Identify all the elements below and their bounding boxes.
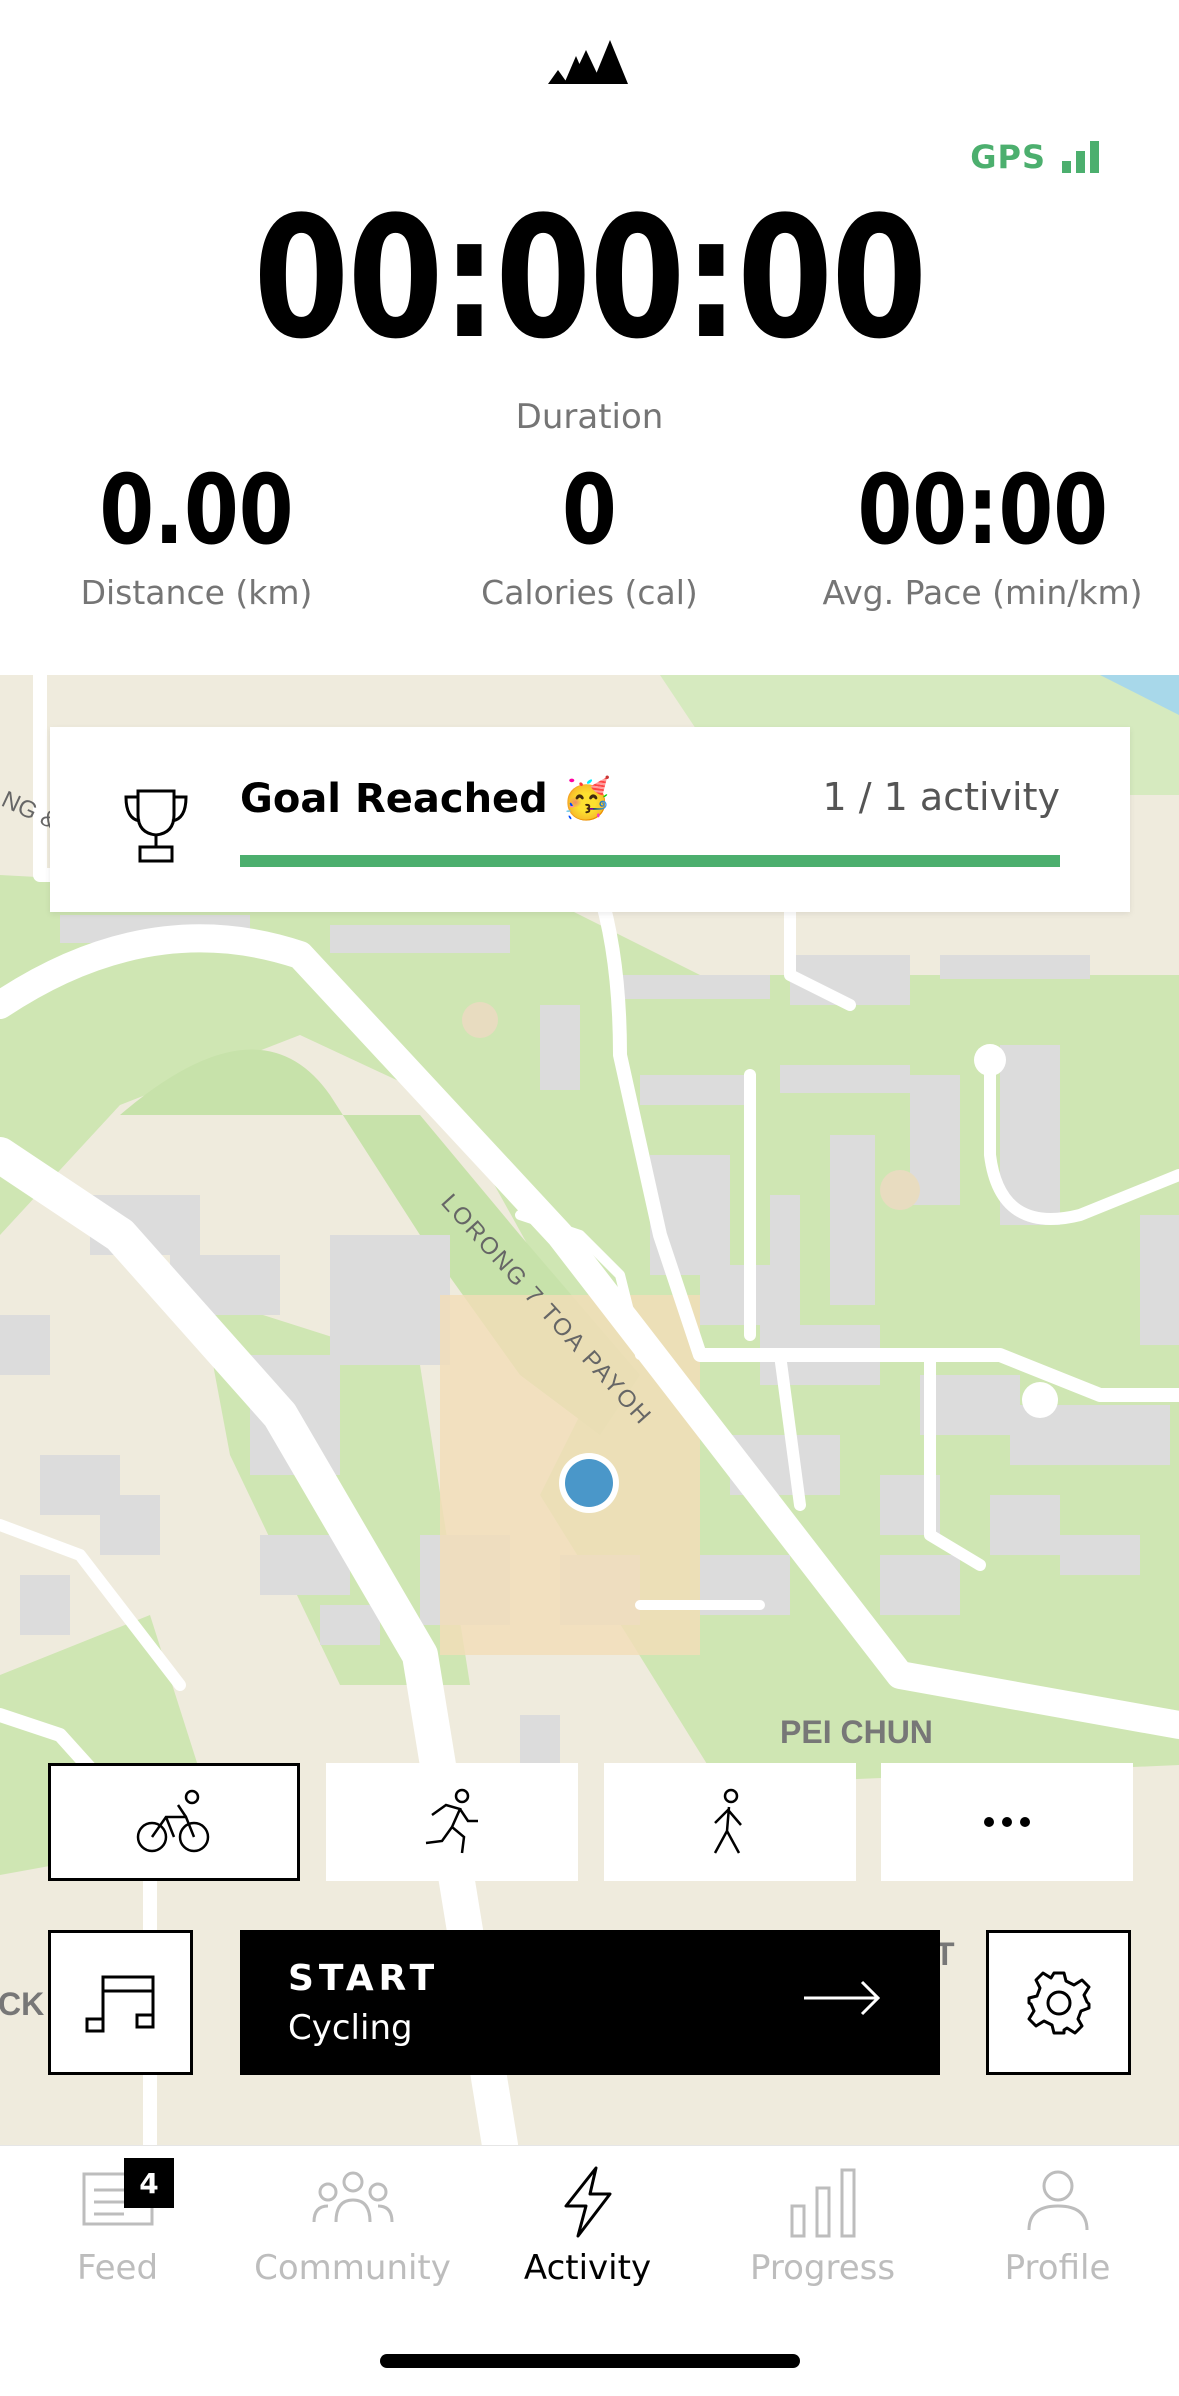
duration-label: Duration [515, 397, 664, 437]
walking-icon [713, 1788, 742, 1854]
area-label: PEI CHUN [780, 1714, 933, 1750]
tab-feed-label: Feed [76, 2248, 159, 2288]
signal-strength-icon [1062, 141, 1099, 173]
tab-progress-label: Progress [749, 2248, 896, 2288]
arrow-right-icon [804, 1980, 881, 2016]
goal-progress-bar [240, 855, 1060, 867]
cycling-icon [136, 1789, 210, 1853]
calories-value: 0 [562, 454, 617, 566]
tab-profile[interactable]: Profile [940, 2146, 1175, 2346]
calories-label: Calories (cal) [481, 573, 698, 612]
duration-timer: 00:00:00 [253, 180, 927, 376]
distance-label: Distance (km) [80, 573, 313, 612]
trophy-icon [124, 789, 188, 863]
sport-walking-button[interactable] [604, 1763, 856, 1881]
tab-activity[interactable]: Activity [470, 2146, 705, 2346]
settings-button[interactable] [986, 1930, 1131, 2075]
goal-title: Goal Reached 🥳 [240, 776, 612, 822]
sport-running-button[interactable] [326, 1763, 578, 1881]
tab-community-label: Community [254, 2248, 451, 2288]
distance-stat: 0.00 Distance (km) [0, 455, 393, 612]
gear-icon [1027, 1971, 1090, 2034]
profile-icon [1027, 2170, 1088, 2231]
start-activity-label: Cycling [288, 2008, 413, 2048]
gps-indicator: GPS [970, 138, 1099, 176]
feed-badge: 4 [124, 2158, 174, 2208]
music-icon [85, 1975, 154, 2032]
tab-progress[interactable]: Progress [705, 2146, 940, 2346]
start-button[interactable]: START Cycling [240, 1930, 940, 2075]
more-icon [984, 1817, 1030, 1827]
pace-label: Avg. Pace (min/km) [822, 573, 1143, 612]
sport-cycling-button[interactable] [48, 1763, 300, 1881]
goal-progress-text: 1 / 1 activity [822, 775, 1060, 819]
community-icon [312, 2171, 393, 2223]
adidas-logo [548, 40, 628, 84]
tab-activity-label: Activity [523, 2248, 652, 2288]
sport-more-button[interactable] [881, 1763, 1133, 1881]
calories-stat: 0 Calories (cal) [393, 455, 786, 612]
pace-value: 00:00 [857, 454, 1108, 566]
goal-card[interactable]: Goal Reached 🥳 1 / 1 activity [50, 727, 1130, 912]
start-label: START [288, 1958, 440, 1999]
home-indicator[interactable] [380, 2354, 800, 2368]
activity-screen: GPS 00:00:00 Duration 0.00 Distance (km)… [0, 0, 1179, 2396]
tab-profile-label: Profile [1004, 2248, 1111, 2288]
activity-icon [564, 2166, 611, 2238]
running-icon [425, 1788, 478, 1854]
gps-label: GPS [970, 138, 1046, 176]
tab-feed[interactable]: 4 Feed [0, 2146, 235, 2346]
distance-value: 0.00 [99, 454, 294, 566]
music-button[interactable] [48, 1930, 193, 2075]
edge-label-left: CK [0, 1986, 44, 2022]
pace-stat: 00:00 Avg. Pace (min/km) [786, 455, 1179, 612]
tab-community[interactable]: Community [235, 2146, 470, 2346]
progress-icon [790, 2168, 855, 2238]
